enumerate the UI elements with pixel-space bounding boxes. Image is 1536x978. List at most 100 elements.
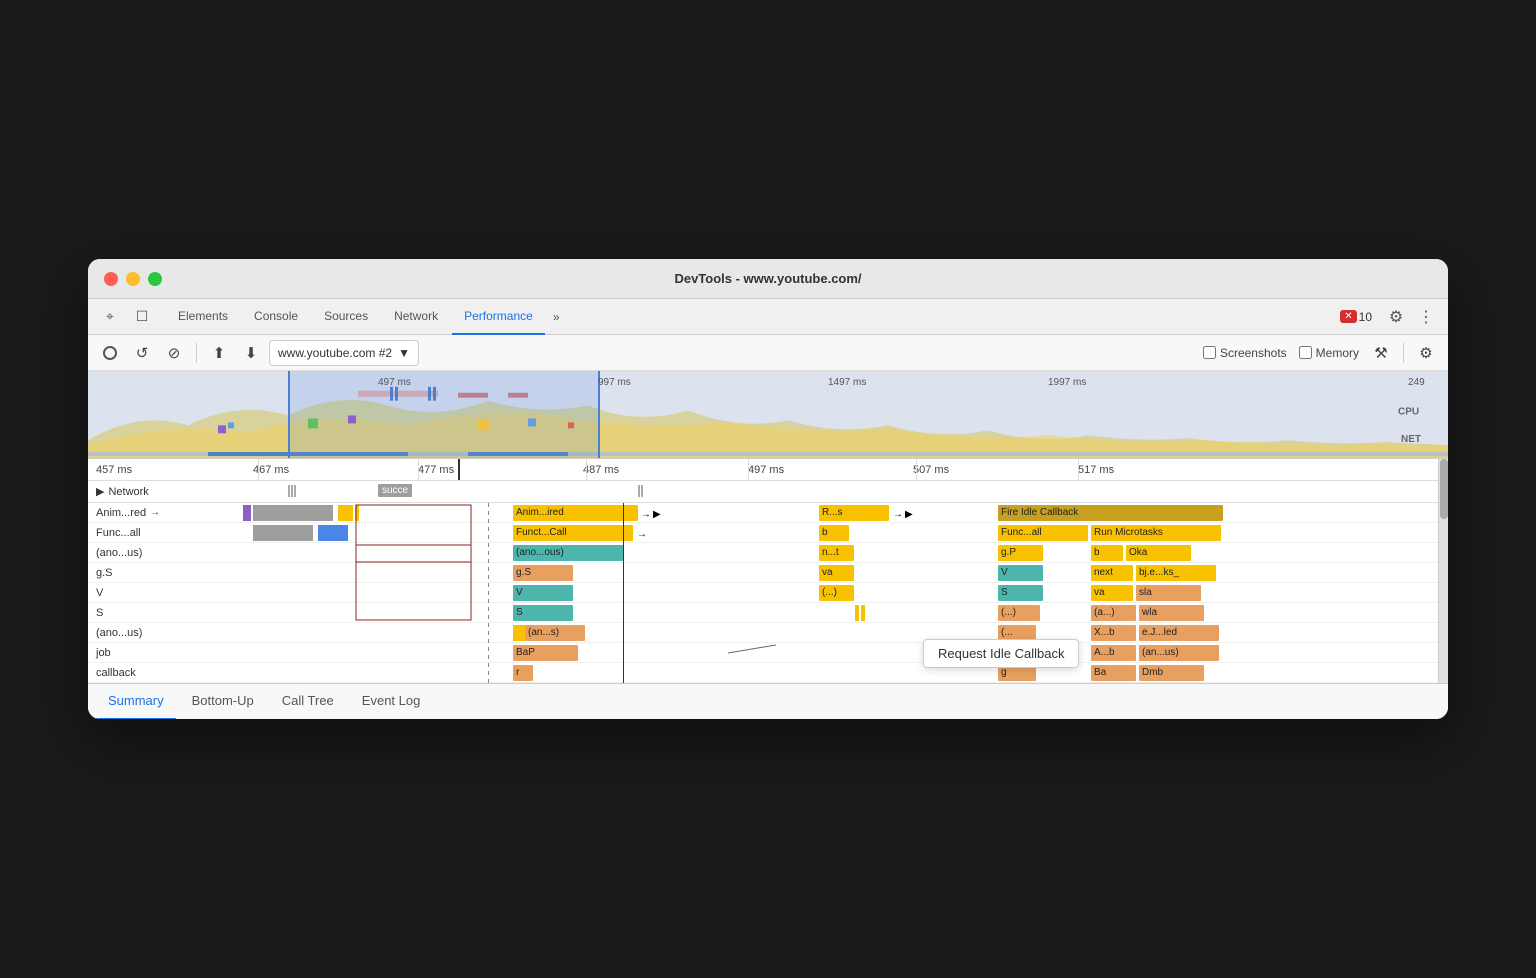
row-label-8: callback <box>88 667 243 679</box>
row-label-1: Func...all <box>88 527 243 539</box>
tab-bottom-up[interactable]: Bottom-Up <box>180 684 266 720</box>
paint-flashing-button[interactable]: ⚒ <box>1367 339 1395 367</box>
network-item-succe: succe <box>378 484 412 497</box>
capture-gear-icon: ⚙ <box>1419 344 1432 362</box>
settings-icon-button[interactable]: ⚙ <box>1382 303 1410 331</box>
tab-elements[interactable]: Elements <box>166 299 240 335</box>
tab-performance[interactable]: Performance <box>452 299 545 335</box>
svg-text:249: 249 <box>1408 377 1425 388</box>
tab-network[interactable]: Network <box>382 299 450 335</box>
gp-cell[interactable]: g.P <box>998 545 1043 561</box>
more-tabs-button[interactable]: » <box>547 310 566 324</box>
row-label-5: S <box>88 607 243 619</box>
record-button[interactable] <box>96 339 124 367</box>
memory-label: Memory <box>1316 346 1359 360</box>
tab-icons: ⌖ ☐ <box>96 303 156 331</box>
more-options-button[interactable]: ⋮ <box>1412 303 1440 331</box>
error-count: 10 <box>1359 310 1372 324</box>
request-idle-callback-tooltip: Request Idle Callback <box>923 639 1079 668</box>
flame-row-7: job BaP Request Idle Callback a... A...b… <box>88 643 1448 663</box>
toolbar-divider-2 <box>1403 343 1404 363</box>
url-selector[interactable]: www.youtube.com #2 ▼ <box>269 340 419 366</box>
tab-summary[interactable]: Summary <box>96 684 176 720</box>
va-cell-3[interactable]: va <box>819 565 854 581</box>
devtools-content: ⌖ ☐ Elements Console Sources Network Per… <box>88 299 1448 719</box>
error-badge: ✕ 10 <box>1340 310 1372 324</box>
tab-event-log[interactable]: Event Log <box>350 684 433 720</box>
aparen-cell-5[interactable]: (a...) <box>1091 605 1136 621</box>
arrow-right-3: ▶ <box>905 509 913 520</box>
arrow-right-0: → <box>641 509 651 520</box>
screenshots-label: Screenshots <box>1220 346 1287 360</box>
va-cell-4[interactable]: va <box>1091 585 1133 601</box>
window-title: DevTools - www.youtube.com/ <box>674 271 861 286</box>
rs-cell[interactable]: R...s <box>819 505 889 521</box>
capture-settings-button[interactable]: ⚙ <box>1412 339 1440 367</box>
anim-ired-cell[interactable]: Anim...ired <box>513 505 638 521</box>
ans-cell[interactable]: (an...s) <box>525 625 585 641</box>
next-cell[interactable]: next <box>1091 565 1133 581</box>
network-track-row: ▶ Network succe <box>88 481 1448 503</box>
func-all-cell[interactable]: Func...all <box>998 525 1088 541</box>
expand-network-button[interactable]: ▶ <box>96 485 104 498</box>
flame-chart-rows: Anim...red → Anim...ired → ▶ <box>88 503 1448 683</box>
upload-profile-button[interactable]: ⬆ <box>205 339 233 367</box>
nt-cell[interactable]: n...t <box>819 545 854 561</box>
r-cell[interactable]: r <box>513 665 533 681</box>
vertical-scrollbar[interactable] <box>1438 459 1448 683</box>
anus-cell[interactable]: (an...us) <box>1139 645 1219 661</box>
tab-call-tree[interactable]: Call Tree <box>270 684 346 720</box>
dmb-cell[interactable]: Dmb <box>1139 665 1204 681</box>
paren-cell-5[interactable]: (...) <box>998 605 1040 621</box>
row-content-3: g.S va V next bj.e...ks_ <box>243 564 1448 582</box>
cursor-icon-button[interactable]: ⌖ <box>96 303 124 331</box>
tab-console[interactable]: Console <box>242 299 310 335</box>
run-microtasks-cell[interactable]: Run Microtasks <box>1091 525 1221 541</box>
s-cell-4[interactable]: S <box>998 585 1043 601</box>
screenshots-checkbox[interactable] <box>1203 346 1216 359</box>
close-button[interactable] <box>104 272 118 286</box>
reload-record-button[interactable]: ↺ <box>128 339 156 367</box>
row-label-7: job <box>88 647 243 659</box>
funct-call-cell[interactable]: Funct...Call <box>513 525 633 541</box>
titlebar: DevTools - www.youtube.com/ <box>88 259 1448 299</box>
minimap-svg: 497 ms 997 ms 1497 ms 1997 ms 249 CPU NE… <box>88 371 1448 458</box>
b-cell-1[interactable]: b <box>819 525 849 541</box>
cell-purple-0[interactable] <box>243 505 251 521</box>
cursor-icon: ⌖ <box>106 308 114 325</box>
upload-icon: ⬆ <box>213 344 226 362</box>
s-cell-5[interactable]: S <box>513 605 573 621</box>
maximize-button[interactable] <box>148 272 162 286</box>
ba-cell[interactable]: Ba <box>1091 665 1136 681</box>
oka-cell[interactable]: Oka <box>1126 545 1191 561</box>
memory-checkbox[interactable] <box>1299 346 1312 359</box>
tab-sources[interactable]: Sources <box>312 299 380 335</box>
b-cell-2[interactable]: b <box>1091 545 1123 561</box>
fire-idle-callback-cell[interactable]: Fire Idle Callback <box>998 505 1223 521</box>
download-profile-button[interactable]: ⬇ <box>237 339 265 367</box>
ejled-cell[interactable]: e.J...led <box>1139 625 1219 641</box>
ab-cell[interactable]: A...b <box>1091 645 1136 661</box>
xb-cell[interactable]: X...b <box>1091 625 1136 641</box>
bjeks-cell[interactable]: bj.e...ks_ <box>1136 565 1216 581</box>
record-icon <box>103 346 117 360</box>
ano-ous-cell[interactable]: (ano...ous) <box>513 545 623 561</box>
reload-icon: ↺ <box>136 344 149 362</box>
flame-row-0: Anim...red → Anim...ired → ▶ <box>88 503 1448 523</box>
row-content-6: (an...s) (... X...b e.J...led <box>243 624 1448 642</box>
sla-cell[interactable]: sla <box>1136 585 1201 601</box>
wla-cell[interactable]: wla <box>1139 605 1204 621</box>
gs-cell[interactable]: g.S <box>513 565 573 581</box>
scrollbar-thumb[interactable] <box>1440 459 1448 519</box>
v-cell-3[interactable]: V <box>998 565 1043 581</box>
device-icon-button[interactable]: ☐ <box>128 303 156 331</box>
timeline-overview[interactable]: 497 ms 997 ms 1497 ms 1997 ms 249 CPU NE… <box>88 371 1448 459</box>
dropdown-icon: ▼ <box>398 346 410 360</box>
v-cell-4[interactable]: V <box>513 585 573 601</box>
ruler-label-5: 497 ms <box>748 464 784 476</box>
bap-cell[interactable]: BaP <box>513 645 578 661</box>
row-label-0: Anim...red → <box>88 507 243 519</box>
minimize-button[interactable] <box>126 272 140 286</box>
clear-button[interactable]: ⊘ <box>160 339 188 367</box>
paren-cell-4[interactable]: (...) <box>819 585 854 601</box>
